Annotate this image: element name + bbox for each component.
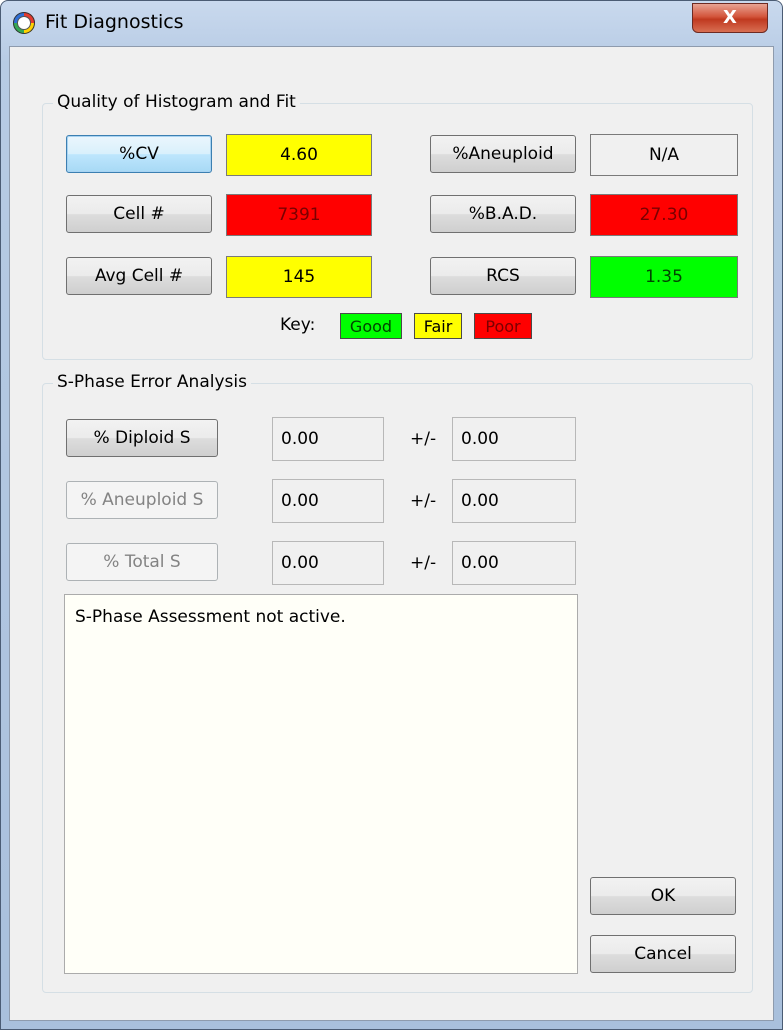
key-fair: Fair [414,313,462,339]
diploid-s-error: 0.00 [452,417,576,461]
window-title: Fit Diagnostics [45,11,184,33]
aneuploid-s-value: 0.00 [272,479,384,523]
total-s-value: 0.00 [272,541,384,585]
fit-diagnostics-window: Fit Diagnostics X Quality of Histogram a… [0,0,783,1030]
cancel-button[interactable]: Cancel [590,935,736,973]
cv-value: 4.60 [226,134,372,176]
sphase-assessment-text[interactable]: S-Phase Assessment not active. [64,594,578,974]
aneuploid-button[interactable]: %Aneuploid [430,135,576,173]
cell-count-button[interactable]: Cell # [66,195,212,233]
aneuploid-s-button[interactable]: % Aneuploid S [66,481,218,519]
aneuploid-s-error: 0.00 [452,479,576,523]
total-s-button[interactable]: % Total S [66,543,218,581]
title-bar[interactable]: Fit Diagnostics X [1,1,782,45]
key-poor: Poor [474,313,532,339]
rcs-value: 1.35 [590,256,738,298]
cv-button[interactable]: %CV [66,135,212,173]
total-s-error: 0.00 [452,541,576,585]
diploid-s-button[interactable]: % Diploid S [66,419,218,457]
avg-cell-button[interactable]: Avg Cell # [66,257,212,295]
app-icon [13,12,35,34]
bad-value: 27.30 [590,194,738,236]
close-button[interactable]: X [692,3,768,33]
aneuploid-s-plusminus: +/- [410,491,437,511]
bad-button[interactable]: %B.A.D. [430,195,576,233]
sphase-group-title: S-Phase Error Analysis [53,372,251,392]
diploid-s-plusminus: +/- [410,429,437,449]
dialog-body: Quality of Histogram and Fit %CV 4.60 %A… [9,46,774,1021]
total-s-plusminus: +/- [410,553,437,573]
avg-cell-value: 145 [226,256,372,298]
key-good: Good [340,313,402,339]
key-label: Key: [280,315,316,335]
aneuploid-value: N/A [590,134,738,176]
quality-group-title: Quality of Histogram and Fit [53,92,300,112]
ok-button[interactable]: OK [590,877,736,915]
rcs-button[interactable]: RCS [430,257,576,295]
diploid-s-value: 0.00 [272,417,384,461]
cell-count-value: 7391 [226,194,372,236]
